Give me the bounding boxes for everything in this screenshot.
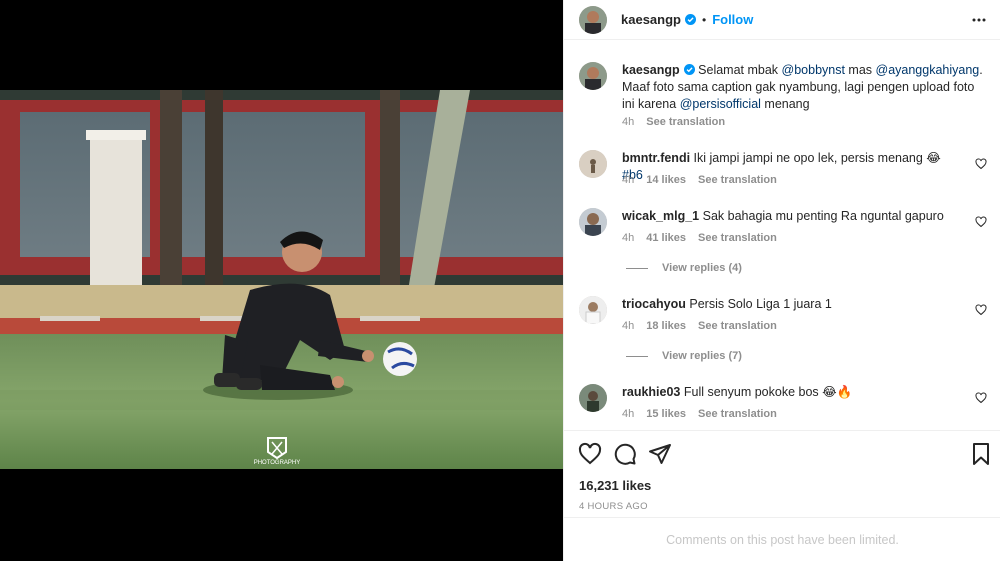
header-separator: • <box>701 12 707 27</box>
verified-badge-icon <box>684 14 696 25</box>
caption: kaesangp Selamat mbak @bobbynst mas @aya… <box>579 62 989 132</box>
action-bar <box>564 430 1000 476</box>
view-replies-button[interactable]: View replies (7) <box>626 350 742 362</box>
post-side-panel: kaesangp • Follow kaesangp Selamat mbak … <box>563 0 1000 561</box>
likes-count[interactable]: 16,231 likes <box>579 478 651 493</box>
comment-item: bmntr.fendi Iki jampi jampi ne opo lek, … <box>579 150 989 190</box>
comment-text: triocahyou Persis Solo Liga 1 juara 1 <box>622 296 959 313</box>
post-timestamp[interactable]: 4 HOURS AGO <box>579 501 648 512</box>
author-avatar[interactable] <box>579 5 607 34</box>
comment-likes[interactable]: 18 likes <box>646 320 686 332</box>
post-photo[interactable]: PHOTOGRAPHY <box>0 90 563 469</box>
post-media: PHOTOGRAPHY <box>0 0 563 561</box>
caption-text-part: mas <box>844 63 876 77</box>
like-comment-heart-icon[interactable] <box>975 304 987 316</box>
comment-username[interactable]: wicak_mlg_1 <box>622 209 699 223</box>
see-translation-link[interactable]: See translation <box>646 116 725 128</box>
follow-button[interactable]: Follow <box>712 12 753 27</box>
instagram-post: PHOTOGRAPHY kaesangp • Follow kaesangp S… <box>0 0 1000 561</box>
save-bookmark-icon[interactable] <box>969 442 993 466</box>
share-paper-plane-icon[interactable] <box>648 442 672 466</box>
comment-item: triocahyou Persis Solo Liga 1 juara 1 4h… <box>579 296 989 336</box>
comment-username[interactable]: triocahyou <box>622 297 686 311</box>
see-translation-link[interactable]: See translation <box>698 408 777 420</box>
see-translation-link[interactable]: See translation <box>698 232 777 244</box>
comment-time[interactable]: 4h <box>622 174 634 186</box>
like-comment-heart-icon[interactable] <box>975 392 987 404</box>
comment-body: Persis Solo Liga 1 juara 1 <box>689 297 832 311</box>
caption-text: kaesangp Selamat mbak @bobbynst mas @aya… <box>622 62 989 113</box>
see-translation-link[interactable]: See translation <box>698 320 777 332</box>
comment-text: wicak_mlg_1 Sak bahagia mu penting Ra ng… <box>622 208 959 225</box>
comment-avatar[interactable] <box>579 208 607 236</box>
author-username[interactable]: kaesangp <box>621 12 681 27</box>
comment-avatar[interactable] <box>579 296 607 324</box>
comment-time[interactable]: 4h <box>622 408 634 420</box>
mention-link[interactable]: @persisofficial <box>680 97 761 111</box>
comment-meta: 4h 41 likes See translation <box>622 232 789 244</box>
comment-meta: 4h 18 likes See translation <box>622 320 789 332</box>
like-heart-icon[interactable] <box>578 442 602 466</box>
replies-divider-line <box>626 355 648 357</box>
view-replies-label[interactable]: View replies (7) <box>662 350 742 362</box>
comment-body: Iki jampi jampi ne opo lek, persis menan… <box>693 151 941 165</box>
caption-meta: 4h See translation <box>622 116 737 128</box>
comment-time[interactable]: 4h <box>622 320 634 332</box>
football-player-photo: PHOTOGRAPHY <box>0 90 563 469</box>
like-comment-heart-icon[interactable] <box>975 216 987 228</box>
replies-divider-line <box>626 267 648 269</box>
comment-avatar[interactable] <box>579 384 607 412</box>
comment-likes[interactable]: 14 likes <box>646 174 686 186</box>
caption-avatar[interactable] <box>579 62 607 90</box>
comment-text: raukhie03 Full senyum pokoke bos 😂🔥 <box>622 384 959 401</box>
caption-username[interactable]: kaesangp <box>622 63 680 77</box>
like-comment-heart-icon[interactable] <box>975 158 987 170</box>
comment-item: raukhie03 Full senyum pokoke bos 😂🔥 4h 15… <box>579 384 989 424</box>
watermark-text: PHOTOGRAPHY <box>254 460 301 466</box>
view-replies-button[interactable]: View replies (4) <box>626 262 742 274</box>
view-replies-label[interactable]: View replies (4) <box>662 262 742 274</box>
comment-likes[interactable]: 41 likes <box>646 232 686 244</box>
limited-notice-text: Comments on this post have been limited. <box>666 532 899 547</box>
comment-avatar[interactable] <box>579 150 607 178</box>
comment-meta: 4h 14 likes See translation <box>622 174 789 186</box>
mention-link[interactable]: @ayanggkahiyang <box>876 63 980 77</box>
caption-time[interactable]: 4h <box>622 116 634 128</box>
comment-time[interactable]: 4h <box>622 232 634 244</box>
comment-username[interactable]: raukhie03 <box>622 385 680 399</box>
comment-bubble-icon[interactable] <box>613 442 637 466</box>
verified-badge-icon <box>683 64 695 75</box>
comments-limited-notice: Comments on this post have been limited. <box>564 517 1000 561</box>
post-header: kaesangp • Follow <box>564 0 1000 40</box>
comment-body: Full senyum pokoke bos 😂🔥 <box>683 385 853 399</box>
see-translation-link[interactable]: See translation <box>698 174 777 186</box>
comment-meta: 4h 15 likes See translation <box>622 408 789 420</box>
comment-body: Sak bahagia mu penting Ra nguntal gapuro <box>702 209 944 223</box>
comment-username[interactable]: bmntr.fendi <box>622 151 690 165</box>
mention-link[interactable]: @bobbynst <box>782 63 845 77</box>
comments-section[interactable]: kaesangp Selamat mbak @bobbynst mas @aya… <box>564 48 1000 430</box>
caption-text-part: menang <box>760 97 810 111</box>
comment-item: wicak_mlg_1 Sak bahagia mu penting Ra ng… <box>579 208 989 248</box>
more-options-icon[interactable] <box>971 12 987 28</box>
comment-likes[interactable]: 15 likes <box>646 408 686 420</box>
caption-text-part: Selamat mbak <box>698 63 782 77</box>
